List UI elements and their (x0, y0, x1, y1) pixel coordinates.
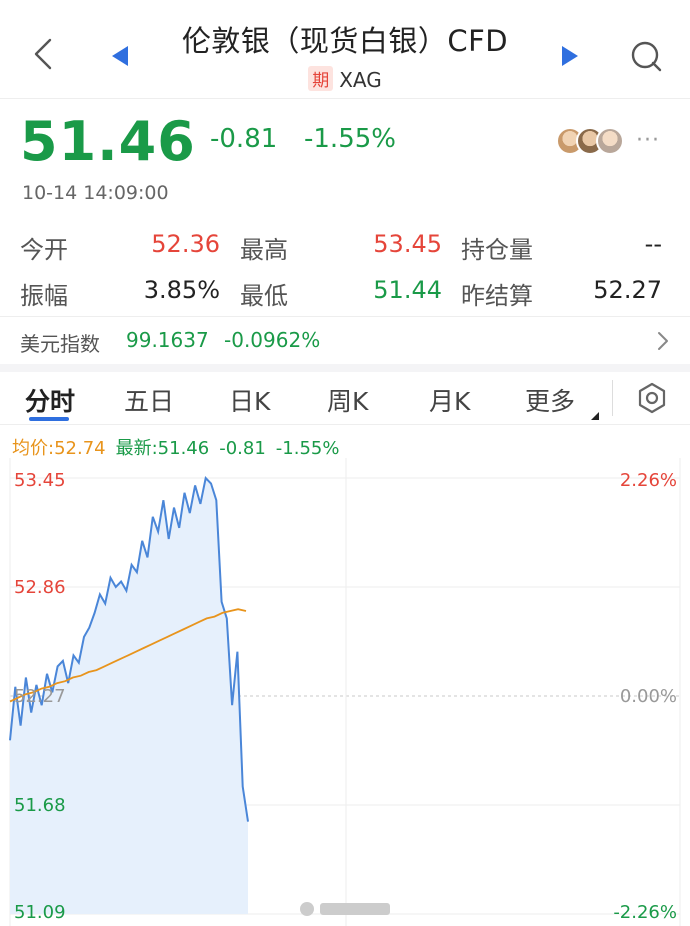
quote-time: 10-14 14:09:00 (22, 182, 169, 204)
y-tick-label: 51.68 (14, 795, 66, 816)
y-tick-label: 52.27 (14, 686, 66, 707)
usd-index-change: -0.0962% (224, 328, 321, 352)
chevron-right-icon (658, 332, 668, 350)
watermark-icon (300, 902, 390, 916)
stat-oi-value: -- (644, 230, 662, 258)
usd-index-value: 99.1637 (126, 328, 209, 352)
search-icon[interactable] (626, 36, 666, 76)
symbol-code: XAG (339, 68, 382, 92)
tab-five-day[interactable]: 五日 (124, 382, 174, 418)
chart-info-line: 均价:52.74 最新:51.46 -0.81 -1.55% (12, 434, 339, 460)
user-avatars[interactable] (556, 127, 630, 157)
page-title: 伦敦银（现货白银）CFD (181, 24, 509, 58)
intraday-chart[interactable]: 53.45 52.86 52.27 51.68 51.09 2.26% 0.00% -2.26… (0, 458, 690, 926)
stat-high-label: 最高 (240, 236, 288, 264)
futures-badge: 期 (308, 66, 334, 91)
stat-oi-label: 持仓量 (461, 236, 533, 264)
divider (0, 98, 690, 99)
stat-open-value: 52.36 (151, 230, 220, 258)
price-change: -0.81 (210, 124, 278, 154)
usd-index-row[interactable]: 美元指数 99.1637 -0.0962% (0, 316, 690, 366)
tab-monthly-k[interactable]: 月K (429, 382, 470, 418)
settings-icon[interactable] (636, 382, 668, 414)
stat-amp-value: 3.85% (143, 276, 220, 304)
dropdown-caret-icon (591, 412, 599, 420)
tab-more[interactable]: 更多 (525, 382, 575, 418)
stat-low-label: 最低 (240, 282, 288, 310)
stat-settle-label: 昨结算 (461, 282, 533, 310)
y-right-tick-label: 0.00% (620, 686, 677, 707)
last-price: 51.46 (20, 110, 196, 173)
tab-intraday[interactable]: 分时 (25, 382, 75, 418)
next-symbol-icon[interactable] (558, 44, 582, 68)
y-right-tick-label: 2.26% (620, 470, 677, 491)
latest-change-pct-label: -1.55% (275, 438, 340, 459)
y-tick-label: 51.09 (14, 902, 66, 923)
divider (612, 380, 613, 416)
stat-amp-label: 振幅 (20, 282, 68, 310)
tab-daily-k[interactable]: 日K (229, 382, 270, 418)
latest-price-label: 最新:51.46 (115, 438, 210, 459)
stat-settle-value: 52.27 (593, 276, 662, 304)
header-bar: 伦敦银（现货白银）CFD 期 XAG (0, 0, 690, 100)
divider (0, 424, 690, 425)
y-tick-label: 53.45 (14, 470, 66, 491)
latest-change-label: -0.81 (219, 438, 266, 459)
stat-open-label: 今开 (20, 236, 68, 264)
price-change-pct: -1.55% (304, 124, 396, 154)
period-tabs: 分时 五日 日K 周K 月K 更多 (0, 372, 690, 424)
stat-low-value: 51.44 (373, 276, 442, 304)
more-options-icon[interactable]: ··· (636, 128, 660, 153)
stat-high-value: 53.45 (373, 230, 442, 258)
active-tab-indicator (29, 417, 69, 421)
page-subtitle: 期 XAG (0, 66, 690, 92)
usd-index-label: 美元指数 (20, 332, 100, 356)
section-gap (0, 364, 690, 372)
tab-weekly-k[interactable]: 周K (327, 382, 368, 418)
y-tick-label: 52.86 (14, 577, 66, 598)
y-right-tick-label: -2.26% (613, 902, 677, 923)
avg-price-label: 均价:52.74 (12, 438, 106, 459)
avatar (596, 127, 624, 155)
